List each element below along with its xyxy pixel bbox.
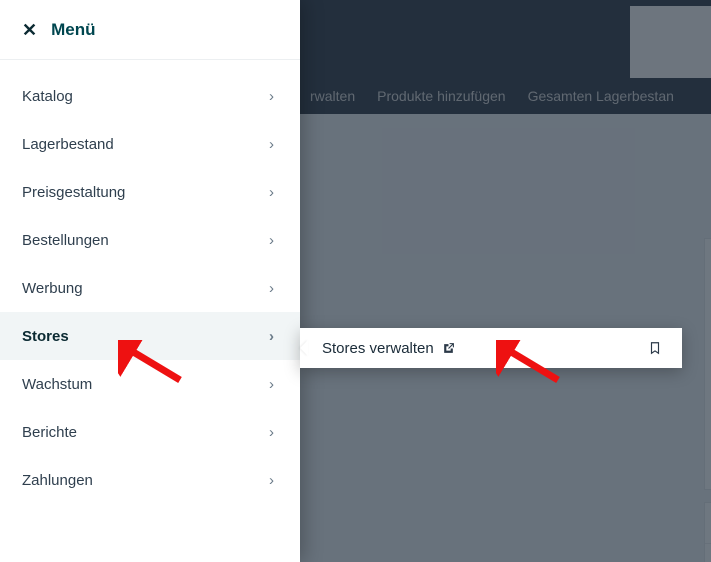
sidebar-item-label: Stores (22, 328, 69, 345)
close-icon[interactable]: ✕ (22, 21, 37, 39)
chevron-right-icon: › (269, 280, 274, 297)
sidebar-item-label: Zahlungen (22, 472, 93, 489)
sidebar-item-katalog[interactable]: Katalog › (0, 72, 300, 120)
main-menu-sidebar: ✕ Menü Katalog › Lagerbestand › Preisges… (0, 0, 300, 562)
sidebar-item-preisgestaltung[interactable]: Preisgestaltung › (0, 168, 300, 216)
chevron-right-icon: › (269, 424, 274, 441)
stores-verwalten-link[interactable]: Stores verwalten (322, 340, 455, 357)
flyout-link-label: Stores verwalten (322, 340, 434, 357)
chevron-right-icon: › (269, 472, 274, 489)
sidebar-item-label: Preisgestaltung (22, 184, 125, 201)
sidebar-item-stores[interactable]: Stores › (0, 312, 300, 360)
stores-flyout: Stores verwalten (300, 328, 682, 368)
bookmark-icon[interactable] (648, 340, 662, 356)
sidebar-item-bestellungen[interactable]: Bestellungen › (0, 216, 300, 264)
modal-dim-overlay (300, 0, 711, 562)
chevron-right-icon: › (269, 376, 274, 393)
sidebar-item-label: Katalog (22, 88, 73, 105)
chevron-right-icon: › (269, 184, 274, 201)
chevron-right-icon: › (269, 88, 274, 105)
sidebar-item-label: Lagerbestand (22, 136, 114, 153)
chevron-right-icon: › (269, 328, 274, 345)
sidebar-item-lagerbestand[interactable]: Lagerbestand › (0, 120, 300, 168)
sidebar-item-label: Bestellungen (22, 232, 109, 249)
sidebar-item-berichte[interactable]: Berichte › (0, 408, 300, 456)
external-link-icon (442, 342, 455, 355)
menu-items: Katalog › Lagerbestand › Preisgestaltung… (0, 60, 300, 504)
sidebar-item-zahlungen[interactable]: Zahlungen › (0, 456, 300, 504)
sidebar-item-label: Berichte (22, 424, 77, 441)
sidebar-item-label: Wachstum (22, 376, 92, 393)
menu-header: ✕ Menü (0, 0, 300, 60)
sidebar-item-wachstum[interactable]: Wachstum › (0, 360, 300, 408)
sidebar-item-werbung[interactable]: Werbung › (0, 264, 300, 312)
chevron-right-icon: › (269, 136, 274, 153)
menu-title: Menü (51, 20, 95, 40)
sidebar-item-label: Werbung (22, 280, 83, 297)
chevron-right-icon: › (269, 232, 274, 249)
